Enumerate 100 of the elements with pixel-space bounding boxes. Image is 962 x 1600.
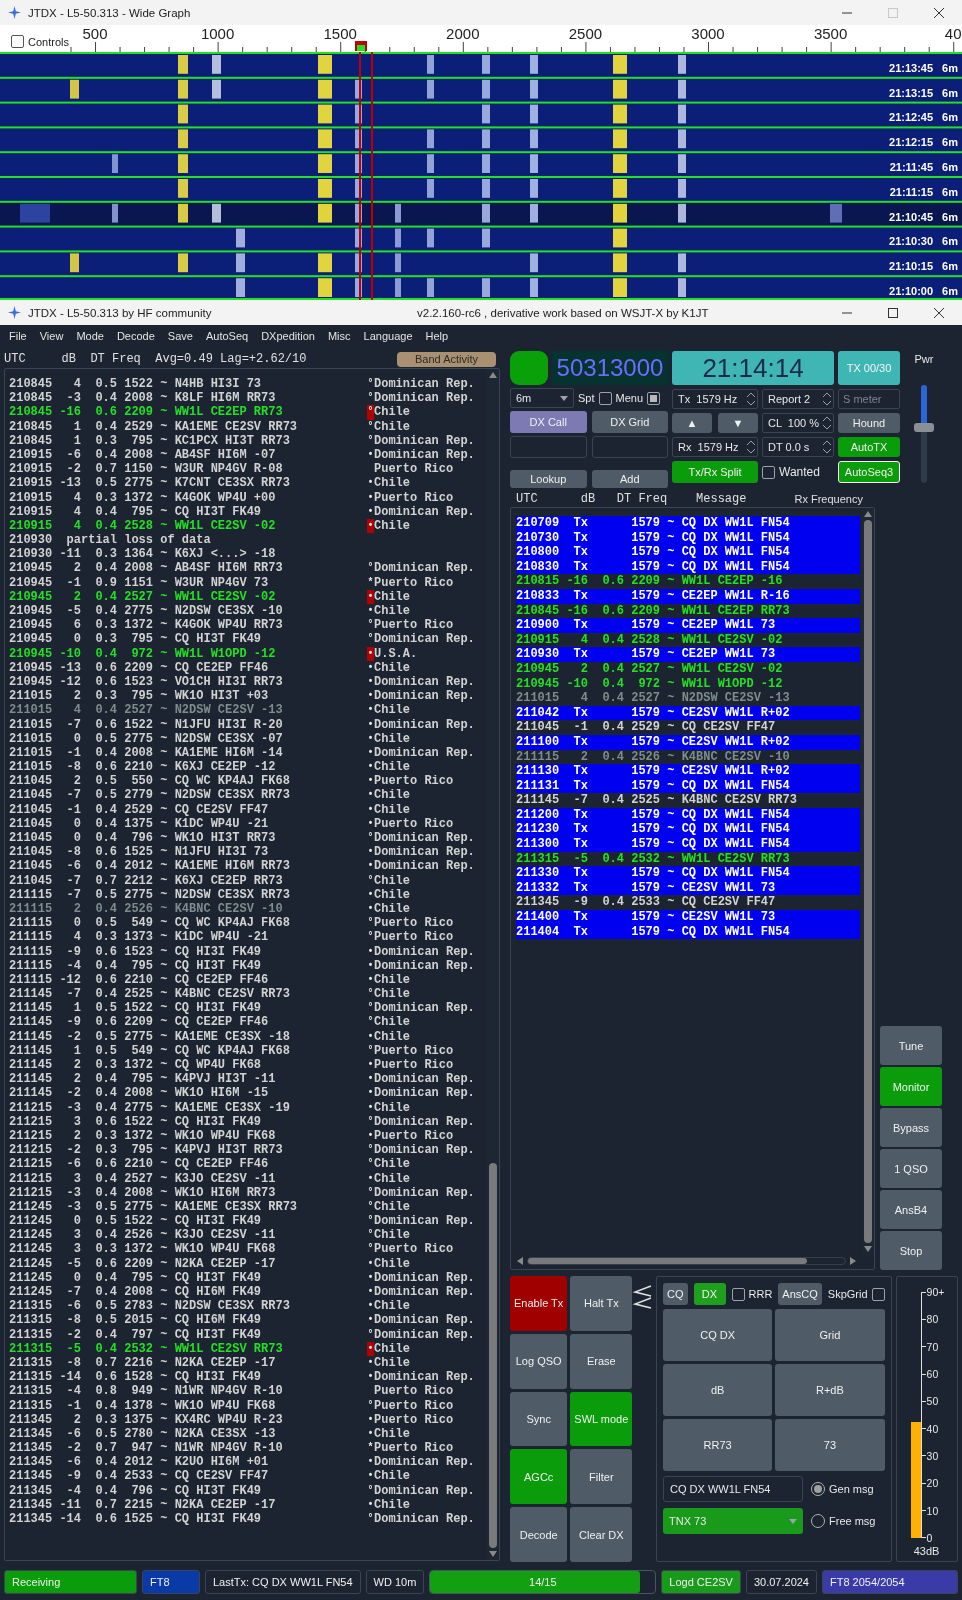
- decode-line[interactable]: 210915 4 0.4 795 ~ CQ HI3T FK49: [9, 504, 262, 519]
- scroll-down-icon[interactable]: [864, 1246, 872, 1252]
- message-line[interactable]: 211145 -7 0.4 2525 ~ K4BNC CE2SV RR73: [516, 793, 860, 808]
- close-icon[interactable]: [934, 307, 944, 318]
- decode-line[interactable]: 211345 -9 0.4 2533 ~ CQ CE2SV FF47: [9, 1469, 269, 1484]
- decode-line[interactable]: 211245 -7 0.4 2008 ~ CQ HI6M FK49: [9, 1285, 262, 1300]
- slider-thumb[interactable]: [914, 423, 934, 433]
- message-line[interactable]: 210945 2 0.4 2527 ~ WW1L CE2SV -02: [516, 661, 860, 677]
- decode-line[interactable]: 211145 -7 0.4 2525 ~ K4BNC CE2SV RR73: [9, 987, 290, 1002]
- checkbox[interactable]: [11, 35, 24, 48]
- scroll-up-icon[interactable]: [489, 372, 497, 378]
- message-line[interactable]: 211315 -5 0.4 2532 ~ WW1L CE2SV RR73: [516, 851, 860, 867]
- decode-line[interactable]: 211145 2 0.4 795 ~ K4PVJ HI3T -11: [9, 1072, 276, 1087]
- checkbox[interactable]: [871, 1287, 885, 1301]
- report-spinbox[interactable]: Report 2: [762, 389, 834, 409]
- side-button[interactable]: Stop: [880, 1231, 942, 1270]
- message-line[interactable]: 211015 4 0.4 2527 ~ N2DSW CE2SV -13: [516, 691, 860, 706]
- message-button[interactable]: 73: [775, 1419, 885, 1471]
- decode-line[interactable]: 210845 1 0.3 795 ~ KC1PCX HI3T RR73: [9, 433, 290, 448]
- decode-line[interactable]: 210945 6 0.3 1372 ~ K4GOK WP4U RR73: [9, 618, 283, 633]
- checkbox[interactable]: [731, 1287, 745, 1301]
- decode-line[interactable]: 211015 4 0.4 2527 ~ N2DSW CE2SV -13: [9, 703, 283, 718]
- decode-line[interactable]: 210945 -5 0.4 2775 ~ N2DSW CE3SX -10: [9, 604, 283, 619]
- decode-line[interactable]: 210945 2 0.4 2527 ~ WW1L CE2SV -02: [9, 589, 276, 604]
- decode-line[interactable]: 211145 -2 0.5 2775 ~ KA1EME CE3SX -18: [9, 1029, 290, 1044]
- decode-line[interactable]: 210845 1 0.4 2529 ~ KA1EME CE2SV RR73: [9, 419, 298, 434]
- menu-item[interactable]: File: [9, 330, 27, 342]
- side-button[interactable]: Tune: [880, 1026, 942, 1065]
- decode-line[interactable]: 211345 -6 0.5 2780 ~ N2KA CE3SX -13: [9, 1426, 276, 1442]
- lookup-button[interactable]: Lookup: [510, 470, 587, 488]
- power-slider[interactable]: [914, 385, 934, 483]
- menu-item[interactable]: Decode: [116, 330, 155, 342]
- side-button[interactable]: Bypass: [880, 1108, 942, 1147]
- minimize-icon[interactable]: [842, 11, 852, 14]
- decode-line[interactable]: 211115 -9 0.6 1523 ~ CQ HI3I FK49: [9, 944, 262, 959]
- decode-line[interactable]: 210915 4 0.4 2528 ~ WW1L CE2SV -02: [9, 518, 276, 534]
- decode-line[interactable]: 211345 -2 0.7 947 ~ N1WR NP4GV R-10: [9, 1441, 283, 1456]
- decode-line[interactable]: 211015 -8 0.6 2210 ~ K6XJ CE2EP -12: [9, 760, 276, 775]
- decode-line[interactable]: 210945 -1 0.9 1151 ~ W3UR NP4GV 73: [9, 575, 269, 590]
- decode-line[interactable]: 211315 -4 0.8 949 ~ N1WR NP4GV R-10: [9, 1384, 283, 1399]
- tx-frequency-spinbox[interactable]: Tx 1579 Hz: [672, 389, 758, 409]
- decode-line[interactable]: 211245 3 0.3 1372 ~ WK1O WP4U FK68: [9, 1242, 276, 1257]
- decode-line[interactable]: 210915 4 0.3 1372 ~ K4GOK WP4U +00: [9, 490, 276, 505]
- rx-frequency-spinbox[interactable]: Rx 1579 Hz: [672, 437, 758, 457]
- decode-line[interactable]: 211115 -7 0.5 2775 ~ N2DSW CE3SX RR73: [9, 887, 290, 902]
- decode-line[interactable]: 210945 -10 0.4 972 ~ WW1L W1OPD -12: [9, 646, 276, 661]
- control-button[interactable]: Clear DX: [570, 1507, 633, 1562]
- decode-line[interactable]: 210945 -12 0.6 1523 ~ VO1CH HI3I RR73: [9, 674, 283, 690]
- decode-line[interactable]: 211345 -6 0.4 2012 ~ K2UO HI6M +01: [9, 1455, 269, 1470]
- message-button[interactable]: CQ DX: [663, 1309, 773, 1361]
- spin-arrows-icon[interactable]: [747, 392, 755, 406]
- spin-arrows-icon[interactable]: [823, 440, 831, 454]
- menu-item[interactable]: Save: [167, 330, 193, 342]
- scroll-down-icon[interactable]: [489, 1551, 497, 1557]
- side-button[interactable]: AnsB4: [880, 1190, 942, 1229]
- dx-grid-field[interactable]: [591, 436, 668, 458]
- decode-line[interactable]: 211045 -7 0.5 2779 ~ N2DSW CE3SX RR73: [9, 788, 290, 803]
- spin-arrows-icon[interactable]: [823, 392, 831, 406]
- control-button[interactable]: Filter: [570, 1449, 633, 1505]
- menu-item[interactable]: View: [39, 330, 64, 342]
- decode-line[interactable]: 211045 -1 0.4 2529 ~ CQ CE2SV FF47: [9, 802, 269, 817]
- decode-line[interactable]: 210915 -13 0.5 2775 ~ K7CNT CE3SX RR73: [9, 476, 290, 491]
- decode-line[interactable]: 210945 -13 0.6 2209 ~ CQ CE2EP FF46: [9, 660, 269, 675]
- spin-arrows-icon[interactable]: [823, 416, 831, 430]
- decode-line[interactable]: 211115 4 0.3 1373 ~ K1DC WP4U -21: [9, 930, 269, 945]
- band-select[interactable]: 6m: [510, 388, 574, 408]
- message-line[interactable]: 210845 -16 0.6 2209 ~ WW1L CE2EP RR73: [516, 603, 860, 619]
- decode-line[interactable]: 211045 -8 0.6 1525 ~ N1JFU HI3I 73: [9, 845, 269, 860]
- decode-line[interactable]: 210930 -11 0.3 1364 ~ K6XJ <...> -18: [9, 547, 276, 562]
- control-button[interactable]: Halt Tx: [570, 1276, 633, 1331]
- decode-line[interactable]: 211145 1 0.5 549 ~ CQ WC KP4AJ FK68: [9, 1043, 290, 1058]
- control-button[interactable]: Log QSO: [510, 1333, 568, 1389]
- decode-line[interactable]: 211115 0 0.5 549 ~ CQ WC KP4AJ FK68: [9, 916, 290, 931]
- dx-call-field[interactable]: [510, 436, 587, 458]
- decode-line[interactable]: 211315 -1 0.4 1378 ~ WK1O WP4U FK68: [9, 1398, 276, 1413]
- decode-line[interactable]: 211215 3 0.4 2527 ~ K3JO CE2SV -11: [9, 1171, 276, 1186]
- enable-tx-button[interactable]: Enable Tx: [510, 1276, 568, 1331]
- down-button[interactable]: ▼: [718, 413, 758, 433]
- anscq-button[interactable]: AnsCQ: [778, 1283, 822, 1305]
- up-button[interactable]: ▲: [672, 413, 712, 433]
- menu-item[interactable]: Mode: [76, 330, 104, 342]
- decode-line[interactable]: 211245 0 0.4 795 ~ CQ HI3T FK49: [9, 1270, 262, 1285]
- decode-line[interactable]: 211145 -9 0.6 2209 ~ CQ CE2EP FF46: [9, 1015, 269, 1030]
- scroll-up-icon[interactable]: [864, 511, 872, 517]
- decode-line[interactable]: 210915 -2 0.7 1150 ~ W3UR NP4GV R-08: [9, 462, 283, 477]
- control-button[interactable]: Sync: [510, 1391, 568, 1447]
- decode-line[interactable]: 211345 -11 0.7 2215 ~ N2KA CE2EP -17: [9, 1497, 276, 1512]
- decode-line[interactable]: 210845 -3 0.4 2008 ~ K8LF HI6M RR73: [9, 391, 276, 406]
- close-icon[interactable]: [934, 7, 944, 18]
- message-line[interactable]: 211115 2 0.4 2526 ~ K4BNC CE2SV -10: [516, 749, 860, 765]
- menu-item[interactable]: DXpedition: [261, 330, 315, 342]
- decode-line[interactable]: 211345 2 0.3 1375 ~ KX4RC WP4U R-23: [9, 1412, 283, 1427]
- dt-spinbox[interactable]: DT 0.0 s: [762, 437, 834, 457]
- message-line[interactable]: 210915 4 0.4 2528 ~ WW1L CE2SV -02: [516, 632, 860, 648]
- decode-line[interactable]: 211215 -6 0.6 2210 ~ CQ CE2EP FF46: [9, 1157, 269, 1172]
- maximize-icon[interactable]: [888, 307, 898, 318]
- dx-grid-button[interactable]: DX Grid: [591, 411, 668, 433]
- decode-line[interactable]: 211045 -7 0.7 2212 ~ K6XJ CE2EP RR73: [9, 873, 283, 888]
- dx-call-button[interactable]: DX Call: [510, 411, 587, 433]
- decode-line[interactable]: 211315 -6 0.5 2783 ~ N2DSW CE3SX RR73: [9, 1299, 290, 1314]
